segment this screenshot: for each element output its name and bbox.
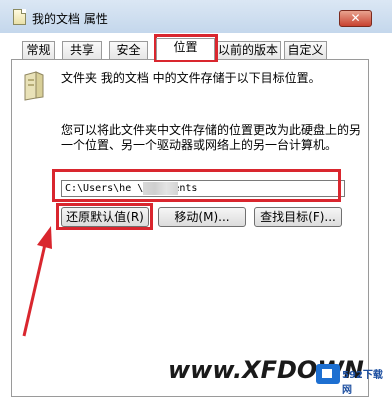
watermark-site: 592下载网 [342, 370, 383, 396]
tab-location[interactable]: 位置 [156, 38, 215, 60]
properties-window: 我的文档 属性 ✕ 常规 共享 安全 位置 以前的版本 自定义 文件夹 我的文档… [0, 0, 392, 403]
pointer-arrow-icon [22, 226, 52, 337]
watermark-logo-icon [316, 364, 340, 384]
